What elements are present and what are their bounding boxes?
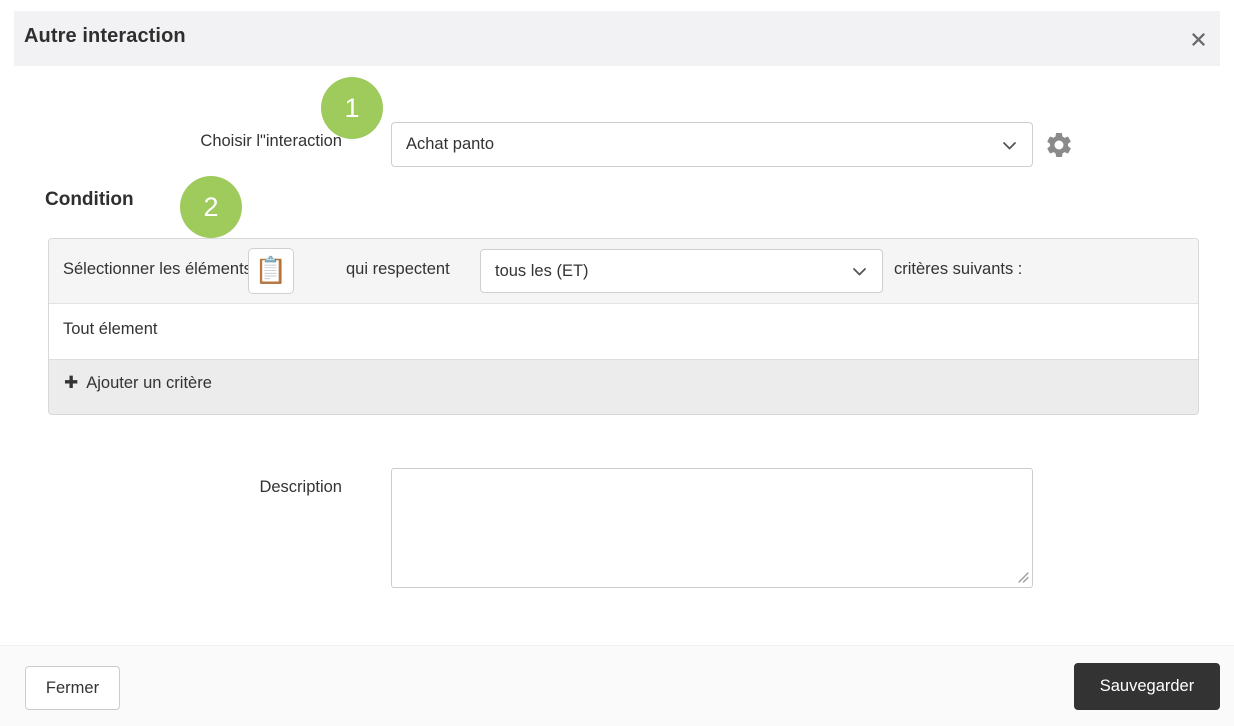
save-button[interactable]: Sauvegarder xyxy=(1074,663,1220,710)
condition-heading: Condition xyxy=(45,189,134,210)
page-title: Autre interaction xyxy=(24,25,186,47)
interaction-select-value: Achat panto xyxy=(406,135,495,153)
criterion-row[interactable]: Tout élement xyxy=(49,304,1198,360)
condition-operator-value: tous les (ET) xyxy=(495,261,589,280)
interaction-select[interactable]: Achat panto xyxy=(391,122,1033,167)
criterion-label: Tout élement xyxy=(63,320,158,338)
modal-header: Autre interaction xyxy=(14,11,1220,66)
close-icon[interactable] xyxy=(1186,27,1210,51)
interaction-row: Choisir l"interaction Achat panto xyxy=(0,122,1234,170)
condition-operator-select[interactable]: tous les (ET) xyxy=(480,249,883,293)
condition-text-before: Sélectionner les éléments xyxy=(63,260,252,278)
condition-text-after: critères suivants : xyxy=(894,260,1023,278)
close-button[interactable]: Fermer xyxy=(25,666,120,710)
add-criterion-label: Ajouter un critère xyxy=(86,374,212,392)
plus-icon: ✚ xyxy=(64,373,79,393)
step-badge-2: 2 xyxy=(180,176,242,238)
description-textarea[interactable] xyxy=(391,468,1033,588)
description-label: Description xyxy=(259,478,342,496)
condition-text-middle: qui respectent xyxy=(346,260,450,278)
condition-header-row: Sélectionner les éléments 📋 qui respecte… xyxy=(49,239,1198,304)
chevron-down-icon xyxy=(1001,137,1018,154)
chevron-down-icon xyxy=(851,263,868,280)
modal-body: 1 2 Choisir l"interaction Achat panto Co… xyxy=(0,66,1234,644)
step-badge-1: 1 xyxy=(321,77,383,139)
condition-panel: Sélectionner les éléments 📋 qui respecte… xyxy=(48,238,1199,415)
interaction-label: Choisir l"interaction xyxy=(200,132,342,150)
condition-footer-row: ✚ Ajouter un critère xyxy=(49,360,1198,414)
gear-icon[interactable] xyxy=(1044,130,1074,160)
modal-footer: Fermer Sauvegarder xyxy=(0,645,1234,726)
add-criterion-button[interactable]: ✚ Ajouter un critère xyxy=(64,374,212,393)
clipboard-icon[interactable]: 📋 xyxy=(248,248,294,294)
